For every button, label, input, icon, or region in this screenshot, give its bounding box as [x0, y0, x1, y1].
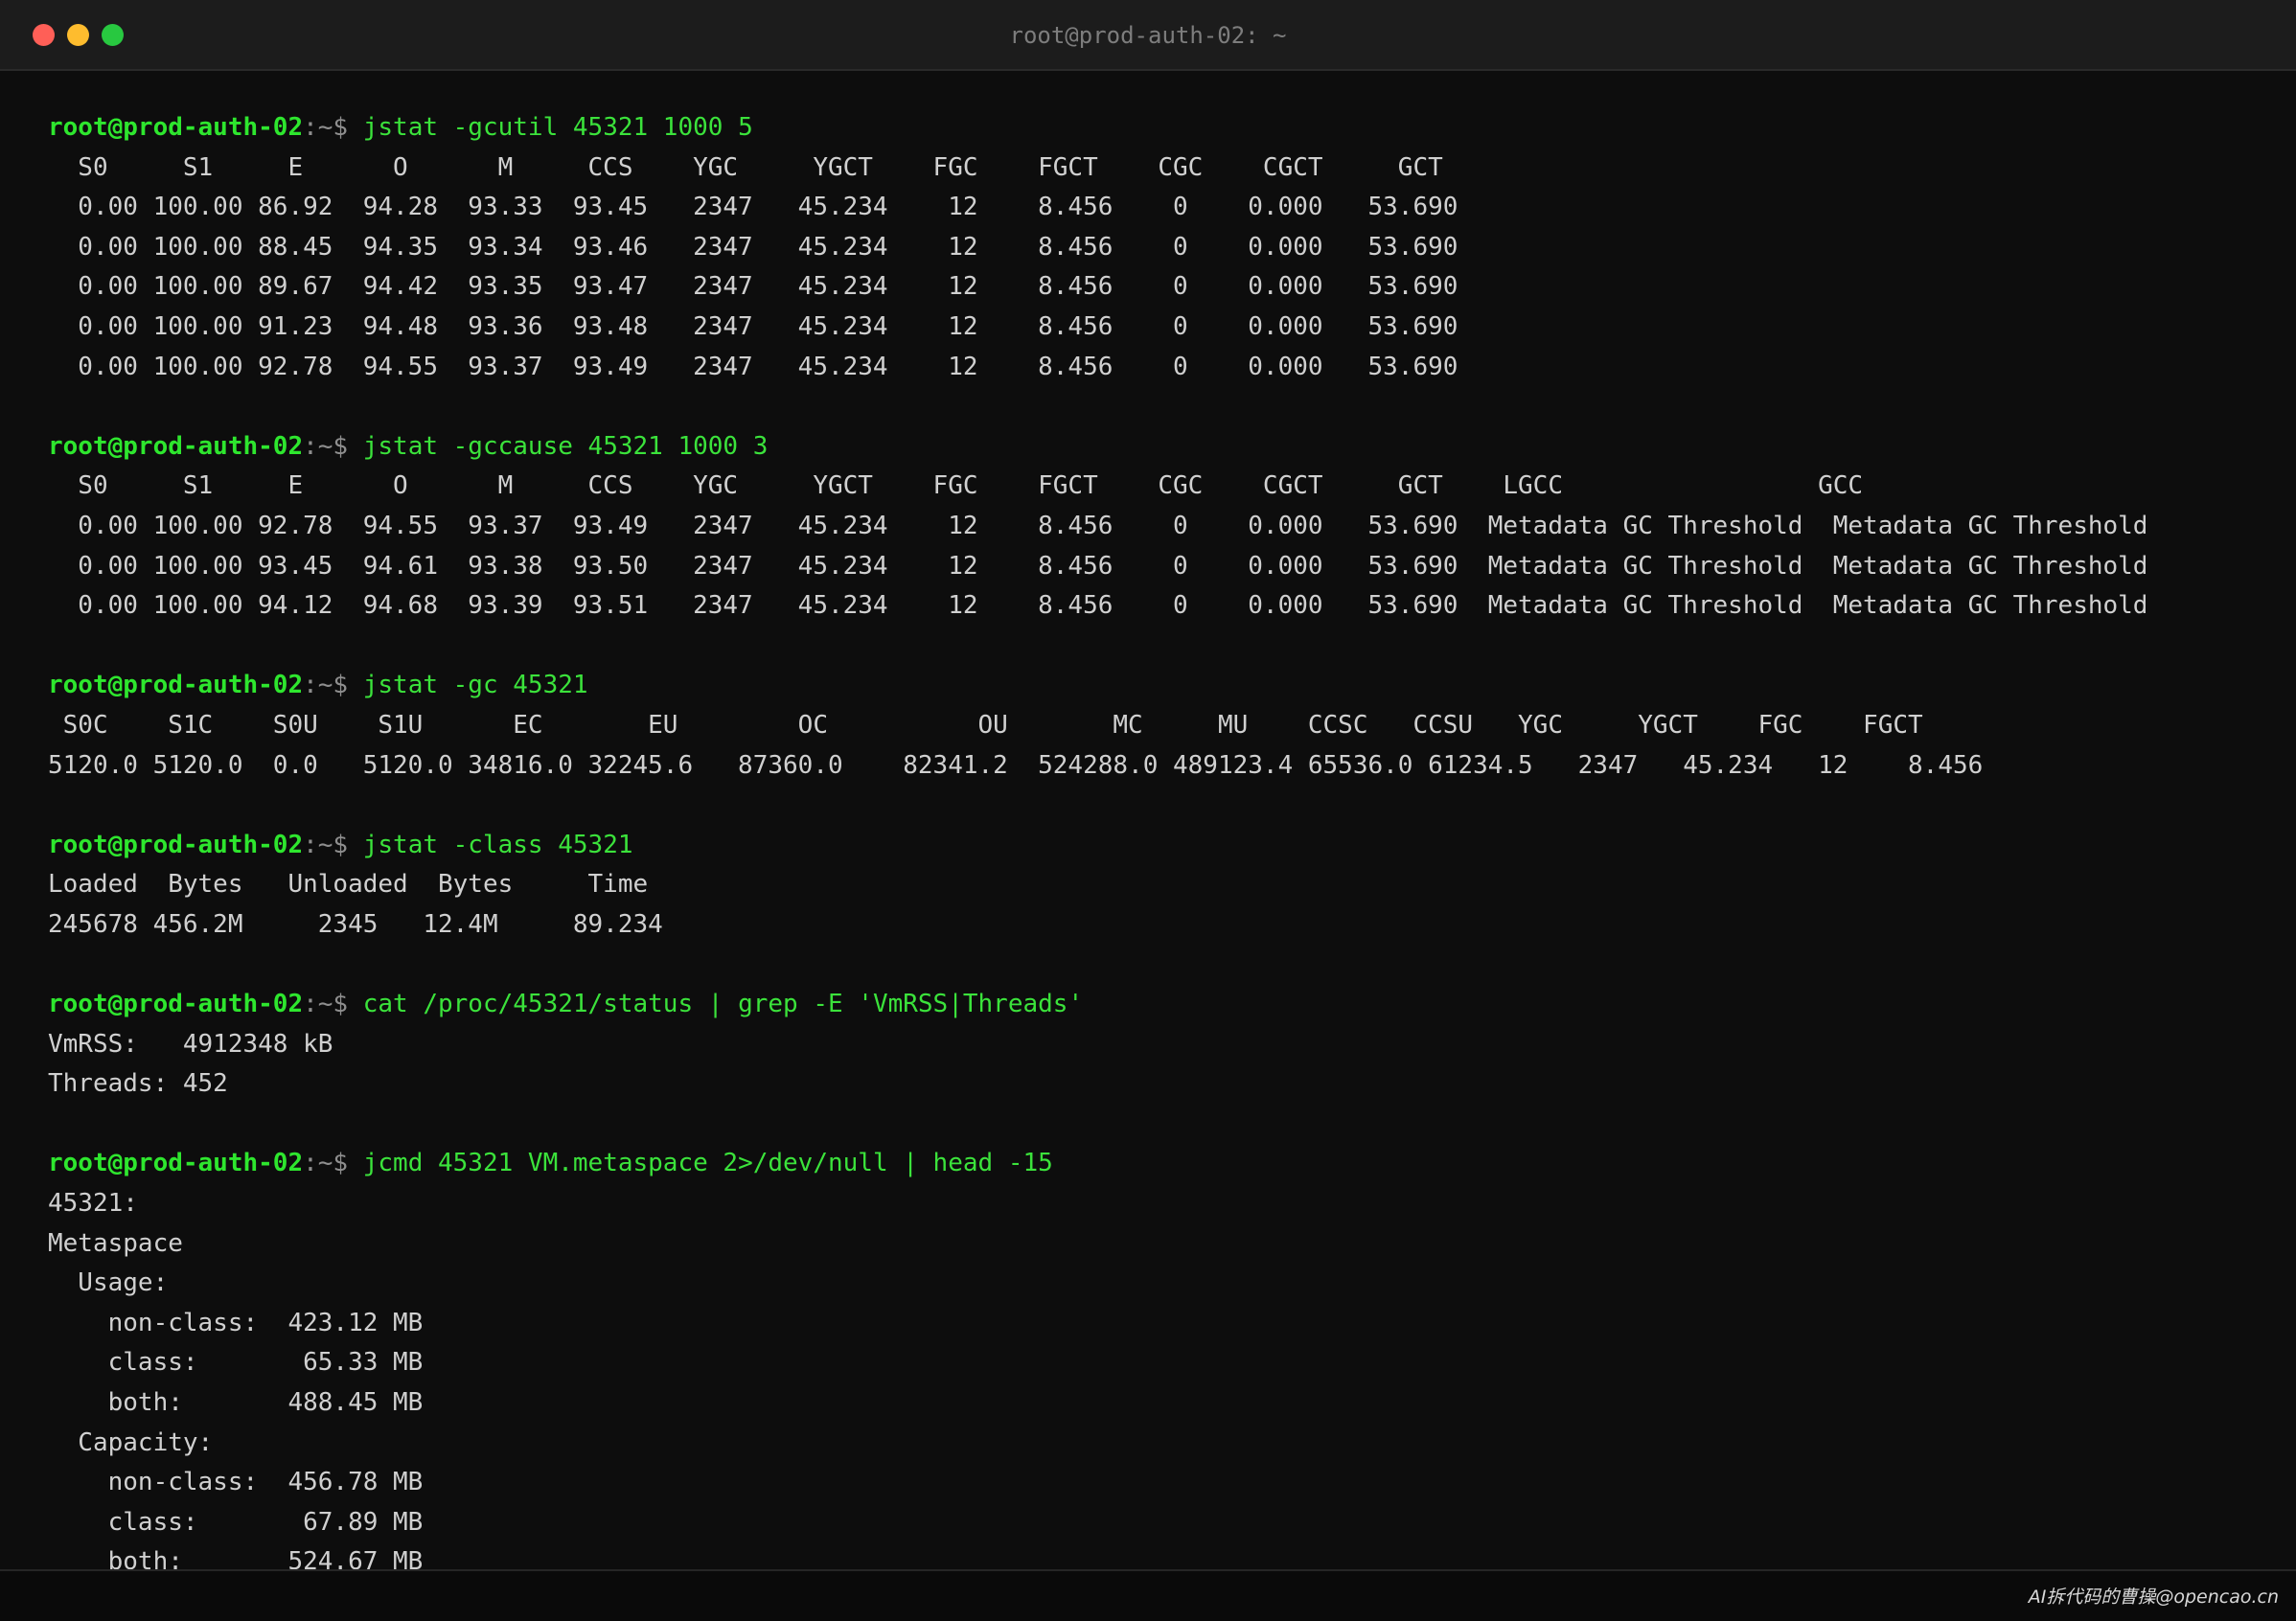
output-line: 0.00 100.00 94.12 94.68 93.39 93.51 2347… — [48, 591, 2148, 621]
output-line: 245678 456.2M 2345 12.4M 89.234 — [48, 909, 663, 939]
prompt-user-host: root@prod-auth-02 — [48, 830, 304, 859]
prompt-path: :~$ — [303, 830, 349, 859]
status-bar: AI拆代码的曹操@opencao.cn — [0, 1569, 2296, 1621]
output-line: non-class: 423.12 MB — [48, 1308, 424, 1337]
prompt-line: root@prod-auth-02:~$ jstat -gccause 4532… — [48, 427, 2258, 468]
output-line: Metaspace — [48, 1228, 183, 1258]
prompt-path: :~$ — [303, 113, 349, 142]
prompt-line: root@prod-auth-02:~$ jstat -class 45321 — [48, 826, 2258, 866]
output-line: Capacity: — [48, 1427, 214, 1457]
output-line: S0 S1 E O M CCS YGC YGCT FGC FGCT CGC CG… — [48, 471, 1864, 501]
output-line: both: 488.45 MB — [48, 1388, 424, 1417]
output-line: Loaded Bytes Unloaded Bytes Time — [48, 870, 649, 900]
command-text: jcmd 45321 VM.metaspace 2>/dev/null | he… — [362, 1149, 1053, 1178]
prompt-line: root@prod-auth-02:~$ jstat -gcutil 45321… — [48, 108, 2258, 148]
prompt-user-host: root@prod-auth-02 — [48, 671, 304, 700]
output-line: 0.00 100.00 86.92 94.28 93.33 93.45 2347… — [48, 193, 1458, 222]
prompt-path: :~$ — [303, 431, 349, 461]
prompt-path: :~$ — [303, 671, 349, 700]
output-line: VmRSS: 4912348 kB — [48, 1029, 333, 1059]
output-line: S0 S1 E O M CCS YGC YGCT FGC FGCT CGC CG… — [48, 152, 1443, 182]
command-text: jstat -gcutil 45321 1000 5 — [362, 113, 753, 142]
terminal-window: root@prod-auth-02: ~ root@prod-auth-02:~… — [0, 0, 2296, 1621]
output-line: Threads: 452 — [48, 1069, 228, 1099]
output-line: class: 67.89 MB — [48, 1507, 424, 1537]
output-line: 0.00 100.00 91.23 94.48 93.36 93.48 2347… — [48, 311, 1458, 341]
output-line: Usage: — [48, 1268, 169, 1298]
prompt-user-host: root@prod-auth-02 — [48, 431, 304, 461]
output-line: 0.00 100.00 88.45 94.35 93.34 93.46 2347… — [48, 232, 1458, 262]
prompt-path: :~$ — [303, 990, 349, 1019]
window-title: root@prod-auth-02: ~ — [1009, 22, 1287, 49]
output-line: 0.00 100.00 89.67 94.42 93.35 93.47 2347… — [48, 272, 1458, 302]
title-bar: root@prod-auth-02: ~ — [0, 0, 2296, 71]
output-line: 0.00 100.00 93.45 94.61 93.38 93.50 2347… — [48, 551, 2148, 581]
output-line: 5120.0 5120.0 0.0 5120.0 34816.0 32245.6… — [48, 750, 1984, 780]
output-line: non-class: 456.78 MB — [48, 1468, 424, 1497]
output-line: 0.00 100.00 92.78 94.55 93.37 93.49 2347… — [48, 352, 1458, 381]
command-text: jstat -gc 45321 — [362, 671, 588, 700]
prompt-line: root@prod-auth-02:~$ cat /proc/45321/sta… — [48, 985, 2258, 1025]
output-line: S0C S1C S0U S1U EC EU OC OU MC MU CCSC C… — [48, 710, 1923, 740]
command-text: jstat -class 45321 — [362, 830, 633, 859]
command-text: jstat -gccause 45321 1000 3 — [362, 431, 769, 461]
prompt-user-host: root@prod-auth-02 — [48, 1149, 304, 1178]
prompt-path: :~$ — [303, 1149, 349, 1178]
prompt-line: root@prod-auth-02:~$ jcmd 45321 VM.metas… — [48, 1144, 2258, 1184]
watermark: AI拆代码的曹操@opencao.cn — [2028, 1587, 2279, 1608]
prompt-user-host: root@prod-auth-02 — [48, 113, 304, 142]
output-line: 45321: — [48, 1189, 138, 1219]
output-line: class: 65.33 MB — [48, 1348, 424, 1378]
command-text: cat /proc/45321/status | grep -E 'VmRSS|… — [362, 990, 1084, 1019]
prompt-user-host: root@prod-auth-02 — [48, 990, 304, 1019]
prompt-line: root@prod-auth-02:~$ jstat -gc 45321 — [48, 666, 2258, 706]
terminal-output[interactable]: root@prod-auth-02:~$ jstat -gcutil 45321… — [48, 108, 2258, 1583]
output-line: 0.00 100.00 92.78 94.55 93.37 93.49 2347… — [48, 511, 2148, 540]
